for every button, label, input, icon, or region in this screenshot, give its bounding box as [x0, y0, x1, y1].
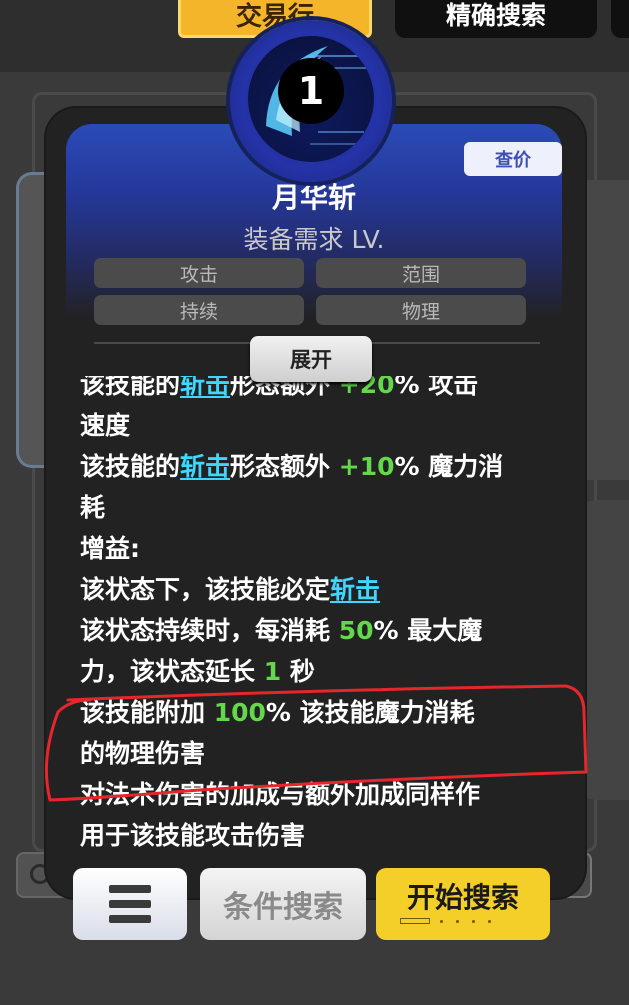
- desc-line: 该状态下，该技能必定斩击: [80, 569, 560, 610]
- equip-requirement: 装备需求 LV.: [243, 225, 385, 254]
- desc-text: % 魔力消: [394, 452, 504, 481]
- desc-text: % 最大魔: [373, 616, 483, 645]
- desc-text: 该技能附加: [80, 698, 214, 727]
- keyword-slash[interactable]: 斩击: [330, 575, 380, 604]
- desc-line: 力，该状态延长 1 秒: [80, 651, 560, 692]
- expand-label: 展开: [290, 348, 332, 372]
- desc-line: 增益:: [80, 534, 140, 563]
- desc-text: 该状态持续时，每消耗: [80, 616, 339, 645]
- page-indicator: [400, 918, 520, 926]
- condition-search-button[interactable]: 条件搜索: [200, 868, 366, 940]
- keyword-slash[interactable]: 斩击: [180, 376, 230, 399]
- desc-line: 该技能的斩击形态额外 +10% 魔力消: [80, 446, 560, 487]
- skill-level-badge: 1: [278, 58, 344, 124]
- desc-text: 秒: [281, 657, 315, 686]
- tag-range: 范围: [316, 258, 526, 288]
- expand-button[interactable]: 展开: [250, 336, 372, 382]
- desc-number: 50: [338, 616, 374, 645]
- start-search-button[interactable]: 开始搜索: [376, 868, 550, 940]
- desc-text: % 该技能魔力消耗: [265, 698, 475, 727]
- hamburger-icon: [109, 885, 151, 923]
- desc-number: +10: [338, 452, 395, 481]
- desc-text: 该技能的: [80, 452, 181, 481]
- skill-detail-popup: 查价 月华斩 装备需求 LV. 攻击 范围 持续 物理 该技能的斩击形态额外 +…: [46, 108, 585, 898]
- condition-search-label: 条件搜索: [223, 890, 343, 925]
- desc-line: 耗: [80, 493, 106, 522]
- desc-text: % 攻击: [394, 376, 479, 399]
- desc-text: 力，该状态延长: [80, 657, 264, 686]
- desc-line: 该状态持续时，每消耗 50% 最大魔: [80, 610, 560, 651]
- price-check-button[interactable]: 查价: [464, 142, 562, 176]
- skill-description[interactable]: 该技能的斩击形态额外 +20% 攻击 速度 该技能的斩击形态额外 +10% 魔力…: [80, 376, 560, 854]
- desc-number: 100: [213, 698, 266, 727]
- desc-number: 1: [263, 657, 282, 686]
- desc-text: 形态额外: [230, 452, 339, 481]
- desc-line: 速度: [80, 411, 131, 440]
- desc-line: 用于该技能攻击伤害: [80, 821, 306, 850]
- tab-more[interactable]: [611, 0, 629, 38]
- menu-button[interactable]: [73, 868, 187, 940]
- price-check-label: 查价: [495, 150, 531, 171]
- desc-text: 该技能的: [80, 376, 181, 399]
- tag-attack: 攻击: [94, 258, 304, 288]
- keyword-slash[interactable]: 斩击: [180, 452, 230, 481]
- tag-physical: 物理: [316, 295, 526, 325]
- desc-line: 该技能附加 100% 该技能魔力消耗: [80, 692, 560, 733]
- start-search-label: 开始搜索: [406, 881, 519, 914]
- desc-text: 该状态下，该技能必定: [80, 575, 331, 604]
- desc-line: 对法术伤害的加成与额外加成同样作: [80, 780, 481, 809]
- tag-duration: 持续: [94, 295, 304, 325]
- tab-precise-search[interactable]: 精确搜索: [395, 0, 597, 38]
- tab-precise-search-label: 精确搜索: [445, 1, 546, 30]
- desc-line: 的物理伤害: [80, 739, 206, 768]
- skill-name: 月华斩: [271, 181, 356, 214]
